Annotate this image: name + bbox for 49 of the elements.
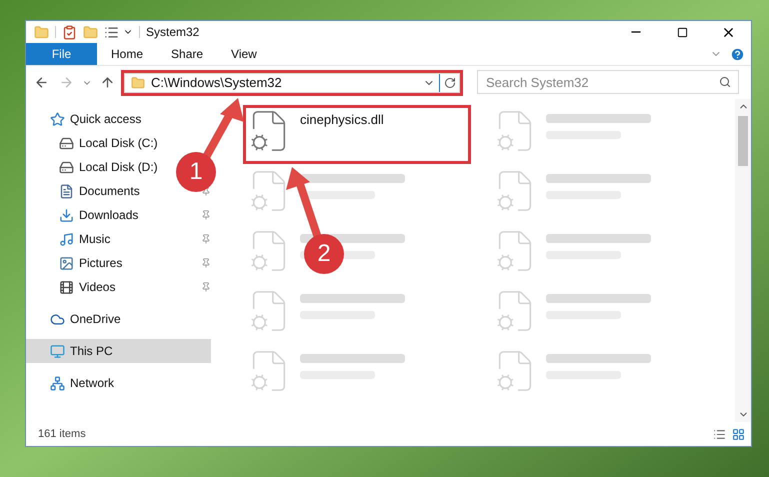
sidebar-item[interactable]: OneDrive (26, 307, 127, 331)
video-icon (59, 280, 74, 294)
sidebar-item[interactable]: Network (26, 371, 120, 395)
sidebar-item[interactable]: Documents (26, 179, 146, 203)
computer-icon (50, 344, 65, 358)
address-field[interactable]: C:\Windows\System32 (124, 72, 460, 92)
file-name: cinephysics.dll (300, 111, 384, 129)
network-icon (50, 376, 65, 390)
list-icon[interactable] (104, 24, 119, 40)
details-view-icon[interactable] (713, 428, 726, 440)
pin-icon[interactable] (201, 210, 211, 220)
properties-icon[interactable] (62, 24, 77, 40)
sidebar-item[interactable]: Videos (26, 275, 122, 299)
drive-icon (59, 160, 74, 174)
document-icon (59, 184, 74, 198)
file-menu[interactable]: File (26, 43, 97, 65)
music-icon (59, 232, 74, 246)
drive-icon (59, 136, 74, 150)
tiles-view-icon[interactable] (732, 428, 745, 440)
back-icon[interactable] (34, 75, 49, 90)
sidebar-item[interactable]: This PC (26, 339, 211, 363)
picture-icon (59, 256, 74, 270)
ribbon-tab[interactable]: Home (97, 43, 158, 65)
scrollbar[interactable] (735, 99, 751, 422)
refresh-icon[interactable] (444, 76, 456, 88)
pin-icon[interactable] (201, 258, 211, 268)
sidebar-item[interactable]: Local Disk (D:) (26, 155, 164, 179)
search-field[interactable]: Search System32 (477, 70, 739, 94)
sidebar-item[interactable]: Downloads (26, 203, 144, 227)
maximize-icon (676, 26, 688, 38)
item-count: 161 items (38, 426, 86, 442)
window-title: System32 (146, 24, 200, 41)
file-item[interactable]: cinephysics.dll (246, 108, 468, 161)
search-icon[interactable] (719, 76, 731, 88)
ribbon-tab[interactable]: Share (157, 43, 218, 65)
folder-icon (131, 76, 145, 90)
sidebar-item[interactable]: Quick access (26, 107, 148, 131)
sidebar-item[interactable]: Local Disk (C:) (26, 131, 164, 155)
up-icon[interactable] (100, 75, 115, 90)
pin-icon[interactable] (201, 234, 211, 244)
sidebar-item[interactable]: Music (26, 227, 116, 251)
help-icon[interactable] (730, 46, 745, 62)
scroll-thumb[interactable] (738, 116, 748, 166)
cloud-icon (50, 312, 65, 326)
star-icon (50, 112, 65, 126)
download-icon (59, 208, 74, 222)
pin-icon[interactable] (201, 282, 211, 292)
ribbon-tab[interactable]: View (217, 43, 271, 65)
sidebar-item[interactable]: Pictures (26, 251, 128, 275)
